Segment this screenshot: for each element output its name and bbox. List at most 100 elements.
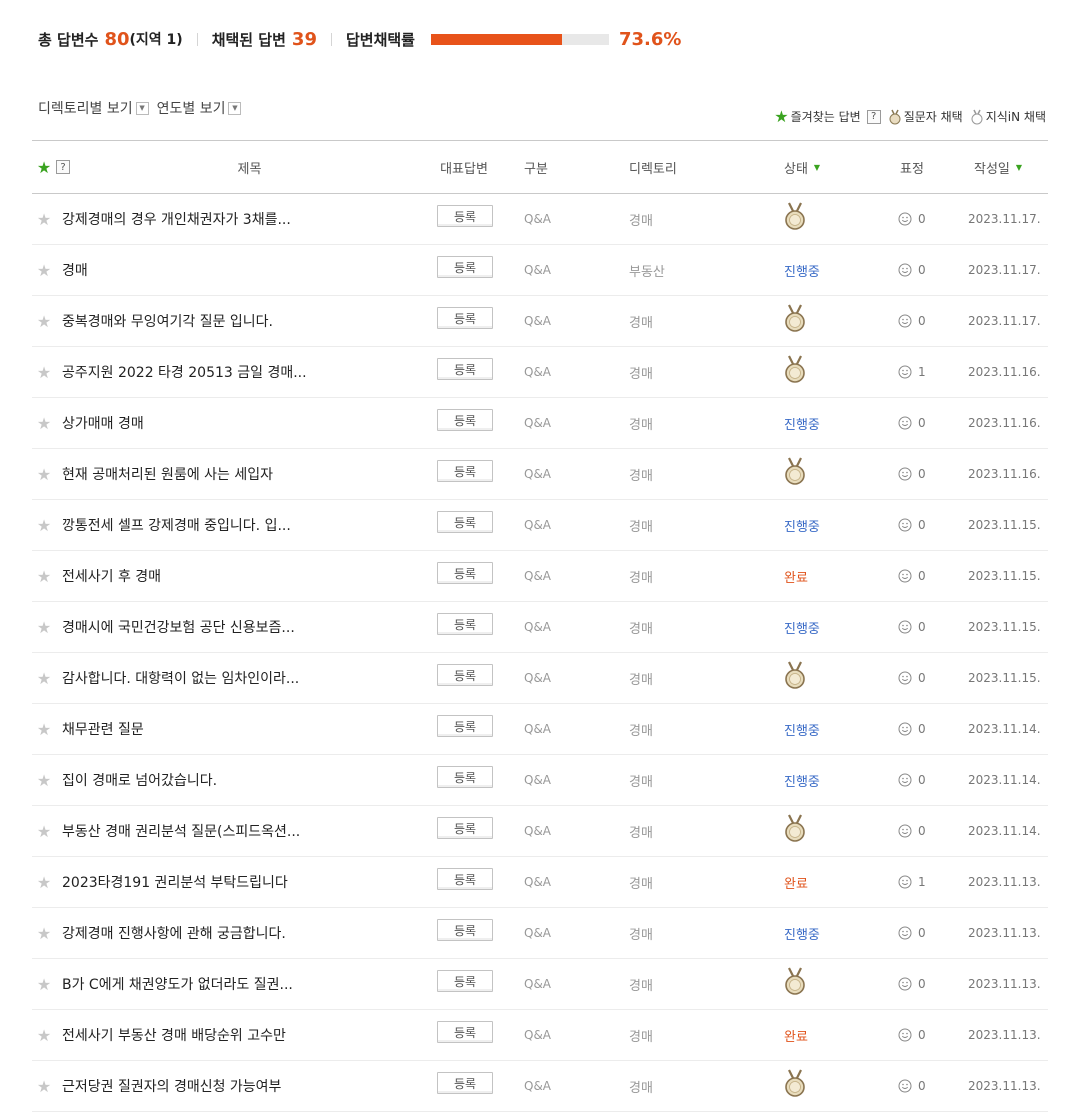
register-button[interactable]: 등록 xyxy=(437,1021,493,1043)
chevron-down-icon[interactable]: ▼ xyxy=(228,101,242,115)
register-button[interactable]: 등록 xyxy=(437,970,493,992)
favorite-star-icon[interactable]: ★ xyxy=(36,1061,52,1111)
register-button[interactable]: 등록 xyxy=(437,919,493,941)
table-row: ★ 깡통전세 셀프 강제경매 중입니다. 입... 등록 Q&A 경매 진행중 0 2023.… xyxy=(32,500,1048,551)
table-row: ★ 강제경매 진행사항에 관해 궁금합니다. 등록 Q&A 경매 진행중 0 2023.11.… xyxy=(32,908,1048,959)
directory-view-dropdown[interactable]: 디렉토리별 보기 ▼ xyxy=(38,98,149,118)
rep-answer-cell: 등록 xyxy=(436,245,494,295)
register-button[interactable]: 등록 xyxy=(437,409,493,431)
question-title-link[interactable]: 강제경매의 경우 개인채권자가 3채를... xyxy=(62,194,442,244)
favorite-star-icon[interactable]: ★ xyxy=(36,245,52,295)
question-title-link[interactable]: 감사합니다. 대항력이 없는 임차인이라... xyxy=(62,653,442,703)
register-button[interactable]: 등록 xyxy=(437,1072,493,1094)
star-icon: ★ xyxy=(774,106,789,126)
rep-answer-cell: 등록 xyxy=(436,551,494,601)
question-title-link[interactable]: 중복경매와 무잉여기각 질문 입니다. xyxy=(62,296,442,346)
legend-jisik-adopted-label: 지식iN 채택 xyxy=(985,110,1046,124)
favorite-star-icon[interactable]: ★ xyxy=(36,959,52,1009)
directory-text: 경매 xyxy=(629,621,653,637)
register-button[interactable]: 등록 xyxy=(437,358,493,380)
expression-cell: 0 xyxy=(898,602,948,652)
expression-count: 0 xyxy=(918,773,926,787)
favorite-star-icon[interactable]: ★ xyxy=(36,1010,52,1060)
header-date[interactable]: 작성일 ▼ xyxy=(974,141,1054,193)
favorite-star-icon[interactable]: ★ xyxy=(36,347,52,397)
register-button[interactable]: 등록 xyxy=(437,613,493,635)
rep-answer-cell: 등록 xyxy=(436,449,494,499)
smiley-icon xyxy=(898,212,912,226)
question-title-link[interactable]: 2023타경191 권리분석 부탁드립니다 xyxy=(62,857,442,907)
table-row: ★ 상가매매 경매 등록 Q&A 경매 진행중 0 2023.11.16. xyxy=(32,398,1048,449)
expression-count: 0 xyxy=(918,620,926,634)
question-title-link[interactable]: 강제경매 진행사항에 관해 궁금합니다. xyxy=(62,908,442,958)
year-view-dropdown[interactable]: 연도별 보기 ▼ xyxy=(157,98,242,118)
expression-cell: 1 xyxy=(898,347,948,397)
total-answers-label: 총 답변수 xyxy=(38,30,99,49)
adoption-rate-fill xyxy=(431,33,562,45)
register-button[interactable]: 등록 xyxy=(437,664,493,686)
favorite-star-icon[interactable]: ★ xyxy=(36,806,52,856)
smiley-icon xyxy=(898,416,912,430)
question-title-link[interactable]: 공주지원 2022 타경 20513 금일 경매... xyxy=(62,347,442,397)
register-button[interactable]: 등록 xyxy=(437,715,493,737)
register-button[interactable]: 등록 xyxy=(437,562,493,584)
legend-asker-adopted: 질문자 채택 xyxy=(889,108,963,125)
favorite-star-icon[interactable]: ★ xyxy=(36,500,52,550)
favorite-star-icon[interactable]: ★ xyxy=(36,857,52,907)
question-title-link[interactable]: 전세사기 부동산 경매 배당순위 고수만 xyxy=(62,1010,442,1060)
header-rep-answer: 대표답변 xyxy=(440,161,488,177)
type-text: Q&A xyxy=(524,722,552,736)
favorite-star-icon[interactable]: ★ xyxy=(36,755,52,805)
date-text: 2023.11.13. xyxy=(968,926,1041,940)
favorite-star-icon[interactable]: ★ xyxy=(36,602,52,652)
question-title-link[interactable]: 경매시에 국민건강보험 공단 신용보즘... xyxy=(62,602,442,652)
favorite-star-icon[interactable]: ★ xyxy=(36,194,52,244)
favorite-star-icon[interactable]: ★ xyxy=(36,296,52,346)
medal-icon xyxy=(785,661,805,689)
favorite-star-icon[interactable]: ★ xyxy=(36,908,52,958)
status-cell xyxy=(784,449,864,499)
header-type: 구분 xyxy=(524,161,548,177)
legend-jisik-adopted: 지식iN 채택 xyxy=(971,108,1046,125)
table-row: ★ 강제경매의 경우 개인채권자가 3채를... 등록 Q&A 경매 0 2023.11.1… xyxy=(32,194,1048,245)
status-cell xyxy=(784,1061,864,1111)
question-title-link[interactable]: 근저당권 질권자의 경매신청 가능여부 xyxy=(62,1061,442,1111)
question-title-link[interactable]: 채무관련 질문 xyxy=(62,704,442,754)
favorite-star-icon[interactable]: ★ xyxy=(36,704,52,754)
medal-icon xyxy=(889,109,901,124)
date-text: 2023.11.13. xyxy=(968,977,1041,991)
question-title-link[interactable]: 전세사기 후 경매 xyxy=(62,551,442,601)
register-button[interactable]: 등록 xyxy=(437,205,493,227)
expression-count: 0 xyxy=(918,926,926,940)
question-title-link[interactable]: B가 C에게 채권양도가 없더라도 질권... xyxy=(62,959,442,1009)
favorite-star-icon[interactable]: ★ xyxy=(36,653,52,703)
view-controls: 디렉토리별 보기 ▼ 연도별 보기 ▼ xyxy=(38,98,249,118)
register-button[interactable]: 등록 xyxy=(437,307,493,329)
question-title-link[interactable]: 경매 xyxy=(62,245,442,295)
expression-count: 0 xyxy=(918,722,926,736)
question-title-link[interactable]: 현재 공매처리된 원룸에 사는 세입자 xyxy=(62,449,442,499)
type-text: Q&A xyxy=(524,977,552,991)
register-button[interactable]: 등록 xyxy=(437,817,493,839)
help-icon[interactable]: ? xyxy=(866,109,881,124)
favorite-star-icon[interactable]: ★ xyxy=(36,551,52,601)
expression-count: 0 xyxy=(918,977,926,991)
question-title-link[interactable]: 상가매매 경매 xyxy=(62,398,442,448)
register-button[interactable]: 등록 xyxy=(437,766,493,788)
register-button[interactable]: 등록 xyxy=(437,868,493,890)
register-button[interactable]: 등록 xyxy=(437,460,493,482)
directory-text: 경매 xyxy=(629,366,653,382)
type-text: Q&A xyxy=(524,824,552,838)
question-title-link[interactable]: 부동산 경매 권리분석 질문(스피드옥션... xyxy=(62,806,442,856)
register-button[interactable]: 등록 xyxy=(437,511,493,533)
date-text: 2023.11.16. xyxy=(968,467,1041,481)
type-text: Q&A xyxy=(524,416,552,430)
question-title-link[interactable]: 깡통전세 셀프 강제경매 중입니다. 입... xyxy=(62,500,442,550)
favorite-star-icon[interactable]: ★ xyxy=(36,449,52,499)
register-button[interactable]: 등록 xyxy=(437,256,493,278)
type-text: Q&A xyxy=(524,875,552,889)
question-title-link[interactable]: 집이 경매로 넘어갔습니다. xyxy=(62,755,442,805)
header-status[interactable]: 상태 ▼ xyxy=(784,141,864,193)
chevron-down-icon[interactable]: ▼ xyxy=(135,101,149,115)
favorite-star-icon[interactable]: ★ xyxy=(36,398,52,448)
